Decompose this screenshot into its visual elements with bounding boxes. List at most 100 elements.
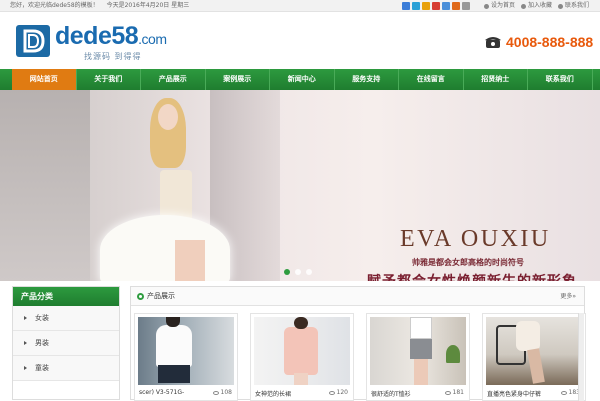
product-image[interactable] <box>254 317 350 385</box>
product-section-header: 产品展示 更多» <box>131 287 584 306</box>
share-icon-6[interactable] <box>452 2 460 10</box>
share-icon-1[interactable] <box>402 2 410 10</box>
view-count-value: 120 <box>336 389 348 396</box>
arrow-right-icon <box>24 341 27 345</box>
view-count: 181 <box>444 389 464 396</box>
product-card-4[interactable]: 直播亮色紧身中仔裤 183 <box>482 313 586 401</box>
product-name[interactable]: 女神范的长裙 <box>255 389 291 398</box>
product-name[interactable]: 很舒适的T恤衫 <box>371 389 411 398</box>
logo-text[interactable]: dede58.com <box>55 22 167 51</box>
logo-icon[interactable] <box>16 25 50 57</box>
logo-main[interactable]: dede58 <box>55 22 139 50</box>
more-link[interactable]: 更多» <box>560 287 576 306</box>
current-date: 今天是2016年4月20日 星期三 <box>106 2 190 9</box>
eye-icon <box>444 390 451 395</box>
nav-item-message[interactable]: 在线留言 <box>399 69 464 90</box>
contact-icon <box>558 3 564 9</box>
logo-slogan: 找源码 到得得 <box>84 52 142 61</box>
view-count: 120 <box>328 389 348 396</box>
share-icon-4[interactable] <box>432 2 440 10</box>
model-legs <box>527 348 545 384</box>
model-legs <box>175 240 205 281</box>
welcome-text: 您好，欢迎光临dede58的模板！ 今天是2016年4月20日 星期三 <box>10 0 189 12</box>
view-count-value: 108 <box>220 389 232 396</box>
main-nav: 网站首页 关于我们 产品展示 案例展示 新闻中心 服务支持 在线留言 招贤纳士 … <box>0 69 600 90</box>
top-bar: 您好，欢迎光临dede58的模板！ 今天是2016年4月20日 星期三 设为首页… <box>0 0 600 12</box>
scroll-next-arrow[interactable] <box>578 313 584 401</box>
plant-pot <box>446 345 460 363</box>
nav-item-support[interactable]: 服务支持 <box>335 69 399 90</box>
telephone-icon <box>485 37 501 48</box>
share-icons <box>402 2 470 10</box>
home-icon <box>484 3 489 9</box>
nav-item-news[interactable]: 新闻中心 <box>270 69 335 90</box>
sidebar-item-kids[interactable]: 童装 <box>13 356 119 381</box>
share-icon-7[interactable] <box>462 2 470 10</box>
site-header: dede58.com 找源码 到得得 4008-888-888 <box>0 12 600 69</box>
product-card-3[interactable]: 很舒适的T恤衫 181 <box>366 313 470 401</box>
add-favorite-label[interactable]: 加入收藏 <box>528 0 552 12</box>
banner-tagline-1: 帅雅是都会女郎高格的时尚符号 <box>412 258 524 267</box>
set-homepage-label[interactable]: 设为首页 <box>491 0 515 12</box>
eye-icon <box>328 390 335 395</box>
sidebar-item-label[interactable]: 女装 <box>35 314 49 322</box>
hero-banner[interactable]: EVA OUXIU 帅雅是都会女郎高格的时尚符号 赋予都会女性焕颜新生的新形象 <box>0 90 600 281</box>
model-legs <box>294 373 308 385</box>
model-top <box>410 317 432 339</box>
product-name[interactable]: scer) V3-571G- <box>139 389 184 396</box>
sidebar-item-label[interactable]: 男装 <box>35 339 49 347</box>
slide-indicators <box>284 269 312 275</box>
sidebar-item-mens[interactable]: 男装 <box>13 331 119 356</box>
slide-dot-1[interactable] <box>284 269 290 275</box>
model-skirt <box>410 339 432 359</box>
arrow-right-icon <box>24 316 27 320</box>
product-showcase: 产品展示 更多» scer) V3-571G- 108 女神范的长裙 120 很… <box>130 286 586 401</box>
section-bullet-icon <box>137 293 144 300</box>
model-face <box>158 104 178 130</box>
nav-item-jobs[interactable]: 招贤纳士 <box>464 69 528 90</box>
share-icon-5[interactable] <box>442 2 450 10</box>
sidebar-item-label[interactable]: 童装 <box>35 364 49 372</box>
model-dress <box>284 327 318 375</box>
model-head <box>166 317 180 327</box>
view-count-value: 181 <box>452 389 464 396</box>
model-body <box>516 321 540 351</box>
phone-number: 4008-888-888 <box>506 34 594 50</box>
product-section-title: 产品展示 <box>147 292 175 300</box>
product-image[interactable] <box>138 317 234 385</box>
share-icon-3[interactable] <box>422 2 430 10</box>
nav-item-cases[interactable]: 案例展示 <box>206 69 270 90</box>
set-homepage-link[interactable]: 设为首页 <box>484 0 515 12</box>
nav-item-home[interactable]: 网站首页 <box>12 69 77 90</box>
model-head <box>294 317 308 329</box>
banner-wall-bg <box>0 90 90 281</box>
add-favorite-link[interactable]: 加入收藏 <box>521 0 552 12</box>
star-icon <box>521 3 527 9</box>
nav-item-about[interactable]: 关于我们 <box>77 69 141 90</box>
slide-dot-3[interactable] <box>306 269 312 275</box>
eye-icon <box>212 390 219 395</box>
welcome-message: 您好，欢迎光临dede58的模板！ <box>10 2 99 9</box>
sidebar-title: 产品分类 <box>13 287 119 306</box>
view-count: 108 <box>212 389 232 396</box>
contact-us-link[interactable]: 联系我们 <box>558 0 589 12</box>
nav-item-contact[interactable]: 联系我们 <box>528 69 593 90</box>
model-fur-coat <box>100 215 230 281</box>
contact-us-label[interactable]: 联系我们 <box>565 0 589 12</box>
product-name[interactable]: 直播亮色紧身中仔裤 <box>487 389 541 398</box>
arrow-right-icon <box>24 366 27 370</box>
product-image[interactable] <box>370 317 466 385</box>
model-shirt <box>156 325 192 367</box>
product-image[interactable] <box>486 317 582 385</box>
logo-domain[interactable]: .com <box>138 31 167 47</box>
banner-brand: EVA OUXIU <box>400 226 551 252</box>
product-card-1[interactable]: scer) V3-571G- 108 <box>134 313 238 401</box>
sidebar-item-womens[interactable]: 女装 <box>13 306 119 331</box>
slide-dot-2[interactable] <box>295 269 301 275</box>
product-list: scer) V3-571G- 108 女神范的长裙 120 很舒适的T恤衫 18… <box>134 313 586 401</box>
hotline: 4008-888-888 <box>484 34 593 50</box>
nav-item-products[interactable]: 产品展示 <box>141 69 206 90</box>
share-icon-2[interactable] <box>412 2 420 10</box>
eye-icon <box>560 390 567 395</box>
product-card-2[interactable]: 女神范的长裙 120 <box>250 313 354 401</box>
